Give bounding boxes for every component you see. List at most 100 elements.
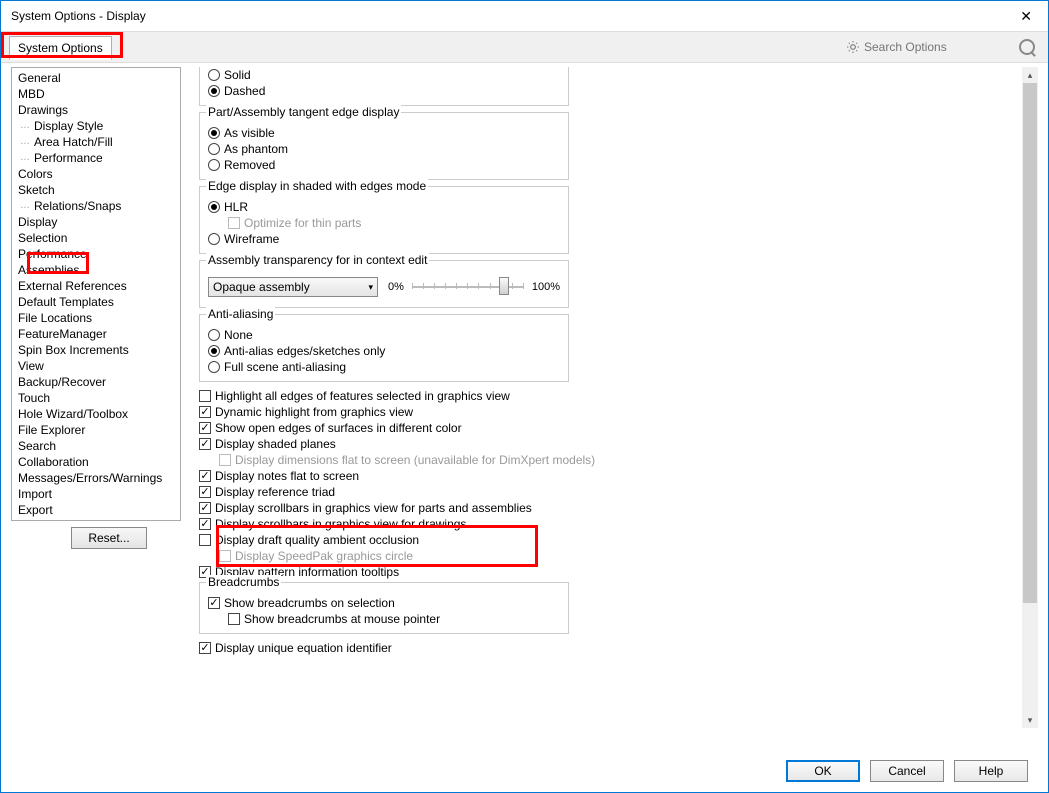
checkbox[interactable] [199, 406, 211, 418]
assembly-transparency-combo[interactable]: Opaque assembly ▾ [208, 277, 378, 297]
slider-thumb[interactable] [499, 277, 509, 295]
check-display-draft-quality-ambient-occlusion[interactable]: Display draft quality ambient occlusion [199, 532, 1008, 548]
titlebar: System Options - Display ✕ [1, 1, 1048, 31]
radio[interactable] [208, 69, 220, 81]
sidebar-item-backup-recover[interactable]: Backup/Recover [12, 374, 180, 390]
sidebar-item-assemblies[interactable]: Assemblies [12, 262, 180, 278]
option-hlr[interactable]: HLR [208, 199, 560, 215]
vertical-scrollbar[interactable]: ▴ ▾ [1022, 67, 1038, 728]
check-display-pattern-information-tooltips[interactable]: Display pattern information tooltips [199, 564, 1008, 580]
checkbox[interactable] [199, 470, 211, 482]
sidebar-item-messages-errors-warnings[interactable]: Messages/Errors/Warnings [12, 470, 180, 486]
check-show-breadcrumbs-at-mouse-pointer[interactable]: Show breadcrumbs at mouse pointer [208, 611, 560, 627]
sidebar-item-colors[interactable]: Colors [12, 166, 180, 182]
check-display-unique-equation-identifier[interactable]: Display unique equation identifier [199, 640, 1008, 656]
sidebar-item-area-hatch-fill[interactable]: Area Hatch/Fill [12, 134, 180, 150]
sidebar-item-mbd[interactable]: MBD [12, 86, 180, 102]
sidebar-item-import[interactable]: Import [12, 486, 180, 502]
radio[interactable] [208, 233, 220, 245]
scroll-area: Hidden edges displayed as SolidDashed Pa… [193, 67, 1030, 728]
checkbox[interactable] [199, 642, 211, 654]
option-removed[interactable]: Removed [208, 157, 560, 173]
checkbox-label: Highlight all edges of features selected… [215, 388, 510, 404]
sidebar-item-performance[interactable]: Performance [12, 150, 180, 166]
check-display-scrollbars-in-graphics-view-for-[interactable]: Display scrollbars in graphics view for … [199, 500, 1008, 516]
radio[interactable] [208, 345, 220, 357]
sidebar-item-relations-snaps[interactable]: Relations/Snaps [12, 198, 180, 214]
sidebar-item-featuremanager[interactable]: FeatureManager [12, 326, 180, 342]
option-solid[interactable]: Solid [208, 67, 560, 83]
close-button[interactable]: ✕ [1014, 8, 1038, 25]
radio[interactable] [208, 361, 220, 373]
checkbox[interactable] [199, 534, 211, 546]
sidebar-item-view[interactable]: View [12, 358, 180, 374]
option-dashed[interactable]: Dashed [208, 83, 560, 99]
check-highlight-all-edges-of-features-selected[interactable]: Highlight all edges of features selected… [199, 388, 1008, 404]
sidebar-item-performance[interactable]: Performance [12, 246, 180, 262]
option-none[interactable]: None [208, 327, 560, 343]
checkbox-label: Dynamic highlight from graphics view [215, 404, 413, 420]
sidebar-item-touch[interactable]: Touch [12, 390, 180, 406]
search-input[interactable] [864, 40, 1019, 54]
checkbox[interactable] [199, 422, 211, 434]
category-sidebar[interactable]: GeneralMBDDrawingsDisplay StyleArea Hatc… [11, 67, 181, 521]
checkbox-label: Show breadcrumbs on selection [224, 595, 395, 611]
option-anti-alias-edges-sketches-only[interactable]: Anti-alias edges/sketches only [208, 343, 560, 359]
sidebar-item-display-style[interactable]: Display Style [12, 118, 180, 134]
option-as-visible[interactable]: As visible [208, 125, 560, 141]
cancel-button[interactable]: Cancel [870, 760, 944, 782]
sidebar-item-file-explorer[interactable]: File Explorer [12, 422, 180, 438]
checkbox[interactable] [199, 486, 211, 498]
scroll-up-icon[interactable]: ▴ [1022, 67, 1038, 83]
sidebar-item-spin-box-increments[interactable]: Spin Box Increments [12, 342, 180, 358]
checkbox[interactable] [199, 390, 211, 402]
option-as-phantom[interactable]: As phantom [208, 141, 560, 157]
check-dynamic-highlight-from-graphics-view[interactable]: Dynamic highlight from graphics view [199, 404, 1008, 420]
sidebar-item-search[interactable]: Search [12, 438, 180, 454]
transparency-slider[interactable]: 0% 100% [388, 281, 560, 293]
tab-bar: System Options [1, 31, 1048, 63]
check-display-scrollbars-in-graphics-view-for-[interactable]: Display scrollbars in graphics view for … [199, 516, 1008, 532]
checkbox[interactable] [199, 438, 211, 450]
search-options-box[interactable] [840, 35, 1040, 59]
sidebar-item-selection[interactable]: Selection [12, 230, 180, 246]
check-display-notes-flat-to-screen[interactable]: Display notes flat to screen [199, 468, 1008, 484]
ok-button[interactable]: OK [786, 760, 860, 782]
sidebar-item-collaboration[interactable]: Collaboration [12, 454, 180, 470]
scroll-down-icon[interactable]: ▾ [1022, 712, 1038, 728]
sidebar-column: GeneralMBDDrawingsDisplay StyleArea Hatc… [11, 67, 181, 728]
sidebar-item-external-references[interactable]: External References [12, 278, 180, 294]
scrollbar-thumb[interactable] [1023, 83, 1037, 603]
radio[interactable] [208, 127, 220, 139]
check-show-open-edges-of-surfaces-in-different[interactable]: Show open edges of surfaces in different… [199, 420, 1008, 436]
checkbox[interactable] [199, 518, 211, 530]
checkbox[interactable] [199, 502, 211, 514]
sidebar-item-default-templates[interactable]: Default Templates [12, 294, 180, 310]
radio[interactable] [208, 159, 220, 171]
option-full-scene-anti-aliasing[interactable]: Full scene anti-aliasing [208, 359, 560, 375]
checkbox[interactable] [208, 597, 220, 609]
help-button[interactable]: Help [954, 760, 1028, 782]
sidebar-item-display[interactable]: Display [12, 214, 180, 230]
sidebar-item-drawings[interactable]: Drawings [12, 102, 180, 118]
group-label-breadcrumbs: Breadcrumbs [206, 575, 281, 589]
sidebar-item-sketch[interactable]: Sketch [12, 182, 180, 198]
checkbox[interactable] [228, 613, 240, 625]
reset-button[interactable]: Reset... [71, 527, 147, 549]
sidebar-item-general[interactable]: General [12, 70, 180, 86]
tab-system-options[interactable]: System Options [9, 36, 112, 60]
check-display-shaded-planes[interactable]: Display shaded planes [199, 436, 1008, 452]
option-wireframe[interactable]: Wireframe [208, 231, 560, 247]
search-icon [1019, 37, 1035, 57]
radio[interactable] [208, 143, 220, 155]
radio[interactable] [208, 85, 220, 97]
dialog-body: GeneralMBDDrawingsDisplay StyleArea Hatc… [1, 63, 1048, 738]
group-label-assembly: Assembly transparency for in context edi… [206, 253, 429, 267]
check-display-reference-triad[interactable]: Display reference triad [199, 484, 1008, 500]
sidebar-item-hole-wizard-toolbox[interactable]: Hole Wizard/Toolbox [12, 406, 180, 422]
radio[interactable] [208, 329, 220, 341]
radio[interactable] [208, 201, 220, 213]
sidebar-item-export[interactable]: Export [12, 502, 180, 518]
check-show-breadcrumbs-on-selection[interactable]: Show breadcrumbs on selection [208, 595, 560, 611]
sidebar-item-file-locations[interactable]: File Locations [12, 310, 180, 326]
